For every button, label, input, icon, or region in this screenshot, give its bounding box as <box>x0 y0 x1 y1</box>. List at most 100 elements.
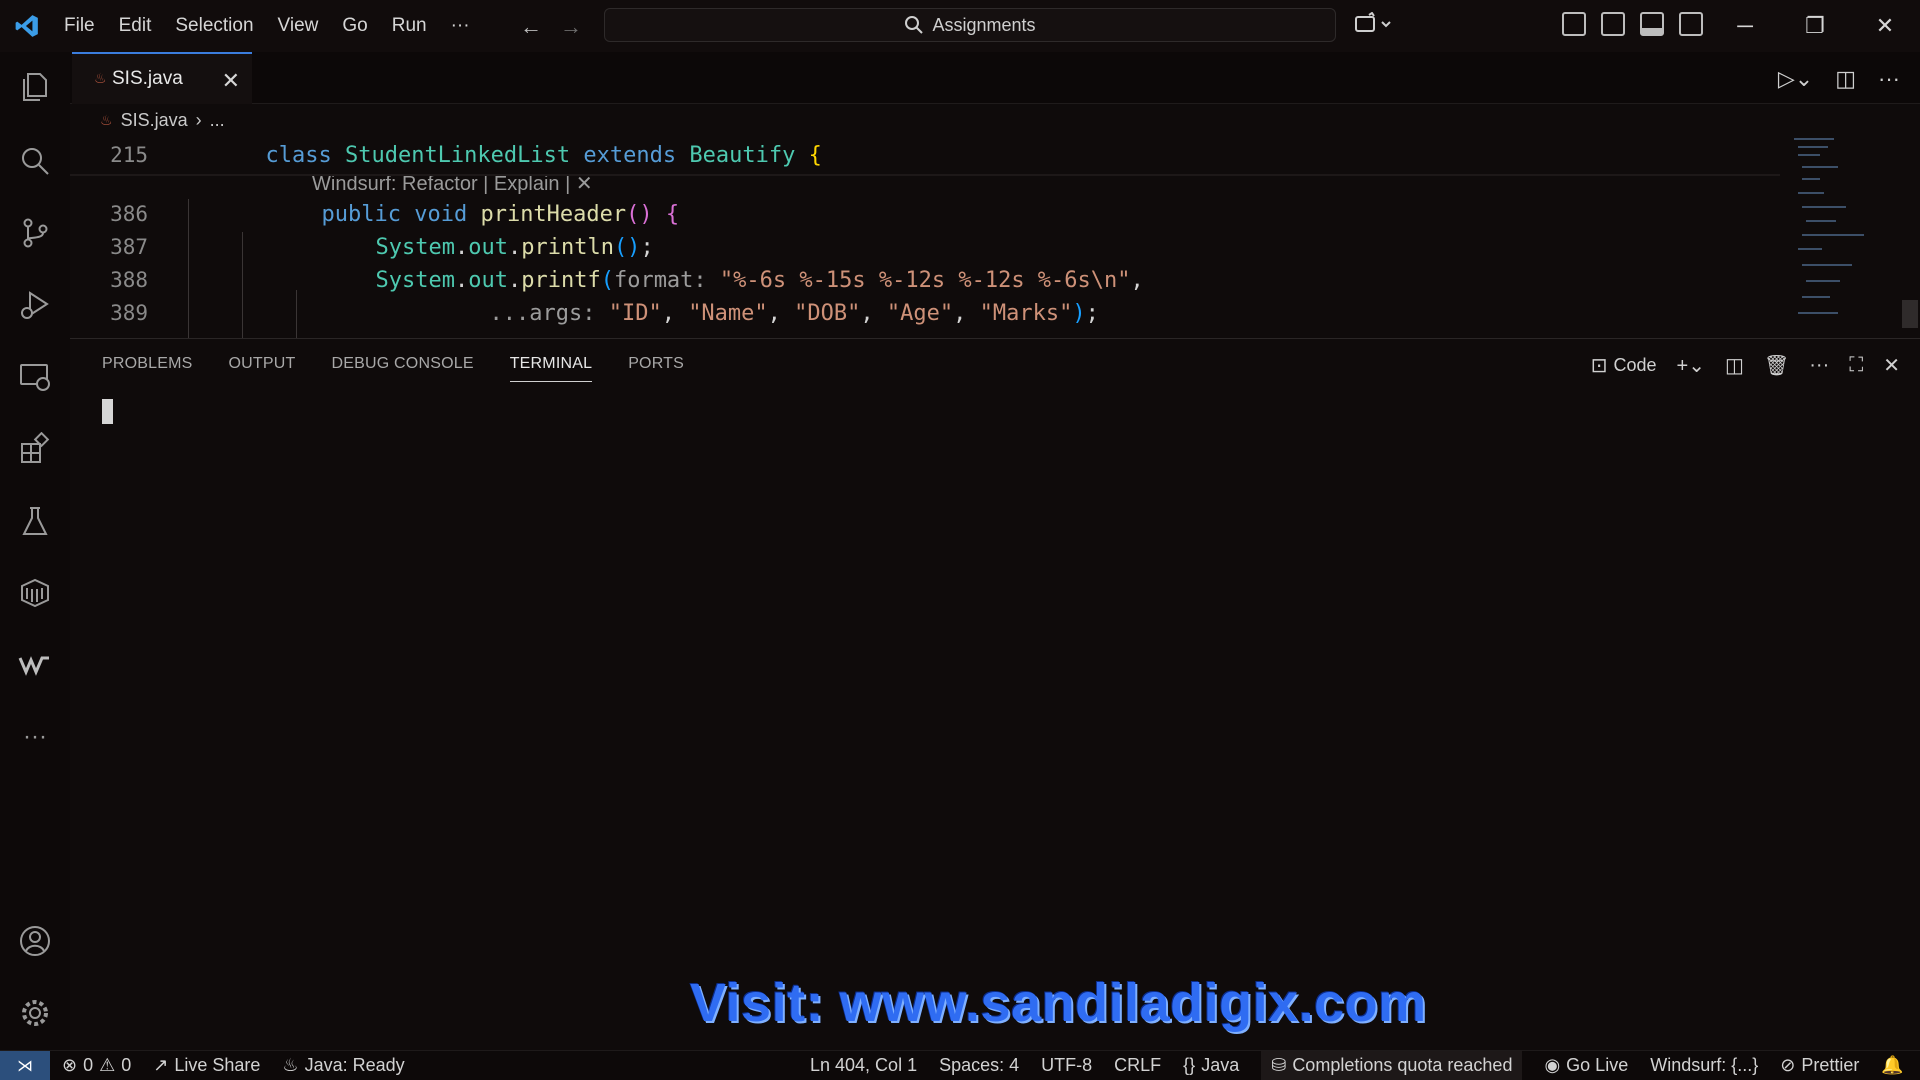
kill-terminal-trash-icon[interactable]: 🗑 <box>1764 353 1789 378</box>
windsurf-status[interactable]: Windsurf: {...} <box>1650 1051 1758 1080</box>
encoding[interactable]: UTF-8 <box>1041 1051 1092 1080</box>
minimize-icon[interactable]: ─ <box>1710 0 1780 52</box>
menu-selection[interactable]: Selection <box>175 15 253 37</box>
code-token: , <box>661 300 675 326</box>
containers-icon[interactable] <box>16 574 54 612</box>
editor-scrollbar[interactable] <box>1902 300 1918 328</box>
code-token: Beautify <box>689 142 796 168</box>
close-panel-icon[interactable]: ✕ <box>1883 353 1900 378</box>
minimap-line <box>1802 296 1830 298</box>
java-file-icon: ♨ <box>94 70 107 86</box>
maximize-panel-icon[interactable]: ⛶ <box>1849 354 1863 377</box>
warning-count: 0 <box>121 1055 132 1075</box>
java-status[interactable]: ♨ Java: Ready <box>282 1055 404 1076</box>
explorer-icon[interactable] <box>16 68 54 106</box>
live-share-status[interactable]: ↗ Live Share <box>153 1055 260 1076</box>
line-number: 389 <box>110 301 148 325</box>
toggle-panel-icon[interactable] <box>1640 12 1664 36</box>
more-views-icon[interactable]: ··· <box>16 718 54 756</box>
minimap-line <box>1802 178 1820 180</box>
editor-tab-bar: ♨ SIS.java ✕ ▷⌄ ◫ ··· <box>70 52 1920 104</box>
menu-run[interactable]: Run <box>392 15 427 37</box>
minimap-line <box>1806 220 1836 222</box>
toggle-primary-sidebar-icon[interactable] <box>1601 12 1625 36</box>
source-control-icon[interactable] <box>16 214 54 252</box>
code-token: { <box>808 142 822 168</box>
menu-go[interactable]: Go <box>342 15 367 37</box>
copilot-chat-icon[interactable] <box>1354 12 1394 38</box>
remote-indicator-icon[interactable]: ⋊ <box>0 1050 50 1080</box>
code-line: 386 public void printHeader() { <box>70 199 679 229</box>
prettier-label: Prettier <box>1801 1055 1860 1075</box>
close-window-icon[interactable]: ✕ <box>1850 0 1920 52</box>
code-token: , <box>860 300 874 326</box>
indent-guide <box>296 290 297 338</box>
terminal-cursor <box>102 399 113 424</box>
toggle-secondary-sidebar-icon[interactable] <box>1679 12 1703 36</box>
error-icon: ⊗ <box>62 1055 78 1075</box>
code-token: "Marks" <box>979 300 1073 326</box>
tab-problems[interactable]: PROBLEMS <box>102 355 193 382</box>
completions-status[interactable]: ⛁ Completions quota reached <box>1261 1050 1523 1080</box>
restore-icon[interactable]: ❐ <box>1780 0 1850 52</box>
testing-flask-icon[interactable] <box>16 502 54 540</box>
run-code-icon[interactable]: ▷⌄ <box>1778 66 1813 92</box>
menu-file[interactable]: File <box>64 15 95 37</box>
settings-gear-icon[interactable] <box>16 994 54 1032</box>
code-token: class <box>265 142 332 168</box>
minimap[interactable] <box>1790 136 1890 336</box>
code-token: "Age" <box>886 300 954 326</box>
code-token: "DOB" <box>794 300 861 326</box>
notifications-bell-icon[interactable]: 🔔 <box>1881 1051 1903 1080</box>
customize-layout-icon[interactable] <box>1562 12 1586 36</box>
code-token: { <box>665 201 680 227</box>
tab-sis-java[interactable]: ♨ SIS.java ✕ <box>72 52 252 104</box>
split-terminal-icon[interactable]: ◫ <box>1725 353 1744 378</box>
menu-view[interactable]: View <box>278 15 319 37</box>
line-number: 388 <box>110 268 148 292</box>
end-of-line[interactable]: CRLF <box>1114 1051 1161 1080</box>
panel-more-actions-icon[interactable]: ··· <box>1809 354 1829 377</box>
java-file-icon: ♨ <box>100 112 113 128</box>
code-token: ; <box>1085 300 1099 326</box>
problems-status[interactable]: ⊗ 0 ⚠ 0 <box>62 1055 131 1076</box>
editor-more-actions-icon[interactable]: ··· <box>1878 66 1900 92</box>
code-token: ) <box>1072 300 1086 326</box>
tab-ports[interactable]: PORTS <box>628 355 684 382</box>
forward-arrow-icon[interactable]: → <box>560 14 582 40</box>
close-tab-icon[interactable]: ✕ <box>222 68 240 94</box>
code-editor[interactable]: 215 class StudentLinkedList extends Beau… <box>70 140 1920 339</box>
menu-edit[interactable]: Edit <box>119 15 152 37</box>
windsurf-icon[interactable] <box>16 646 54 684</box>
sticky-scroll-divider <box>70 174 1780 176</box>
split-editor-icon[interactable]: ◫ <box>1835 66 1856 92</box>
run-debug-icon[interactable] <box>16 286 54 324</box>
search-sidebar-icon[interactable] <box>16 142 54 180</box>
braces-icon: {} <box>1183 1055 1196 1075</box>
go-live-status[interactable]: ◉ Go Live <box>1544 1051 1628 1080</box>
back-arrow-icon[interactable]: ← <box>520 14 542 40</box>
tab-debug-console[interactable]: DEBUG CONSOLE <box>332 355 474 382</box>
minimap-line <box>1798 154 1820 156</box>
indentation[interactable]: Spaces: 4 <box>939 1051 1019 1080</box>
terminal-profile[interactable]: ⊡ Code <box>1591 353 1657 378</box>
breadcrumb-file[interactable]: SIS.java <box>121 110 188 131</box>
accounts-icon[interactable] <box>16 922 54 960</box>
tab-output[interactable]: OUTPUT <box>229 355 296 382</box>
minimap-line <box>1802 234 1864 236</box>
tab-terminal[interactable]: TERMINAL <box>509 355 593 382</box>
activity-bar: ··· <box>0 52 70 1050</box>
new-terminal-icon[interactable]: +⌄ <box>1677 353 1705 378</box>
language-mode[interactable]: {} Java <box>1183 1051 1239 1080</box>
minimap-line <box>1794 138 1834 140</box>
tab-label: SIS.java <box>112 68 183 89</box>
extensions-icon[interactable] <box>16 430 54 468</box>
code-token: , <box>953 300 967 326</box>
cursor-position[interactable]: Ln 404, Col 1 <box>810 1051 917 1080</box>
minimap-line <box>1798 192 1824 194</box>
command-center-search[interactable]: Assignments <box>604 8 1336 42</box>
remote-explorer-icon[interactable] <box>16 358 54 396</box>
line-number: 386 <box>110 202 148 226</box>
prettier-status[interactable]: ⊘ Prettier <box>1780 1051 1859 1080</box>
menu-more[interactable]: ··· <box>451 15 470 37</box>
